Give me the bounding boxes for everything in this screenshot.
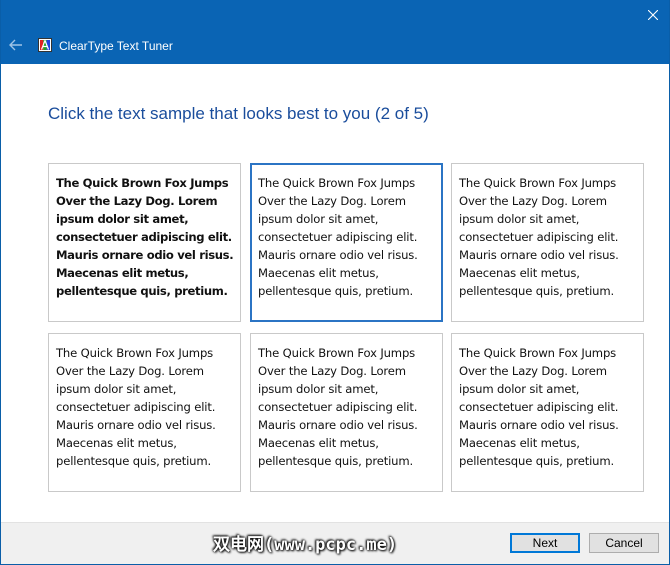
next-button[interactable]: Next <box>510 533 580 553</box>
text-sample-4[interactable]: The Quick Brown Fox Jumps Over the Lazy … <box>48 333 241 492</box>
text-sample-3[interactable]: The Quick Brown Fox Jumps Over the Lazy … <box>451 163 644 322</box>
text-sample-2[interactable]: The Quick Brown Fox Jumps Over the Lazy … <box>250 163 443 322</box>
back-button[interactable] <box>5 34 27 56</box>
watermark-text: 双电网(www.pcpc.me) <box>213 535 398 555</box>
text-sample-1[interactable]: The Quick Brown Fox Jumps Over the Lazy … <box>48 163 241 322</box>
page-title: Click the text sample that looks best to… <box>48 104 429 123</box>
cleartype-window: ClearType Text Tuner Click the text samp… <box>0 0 670 565</box>
window-title: ClearType Text Tuner <box>59 39 173 53</box>
close-icon <box>648 10 658 20</box>
text-sample-5[interactable]: The Quick Brown Fox Jumps Over the Lazy … <box>250 333 443 492</box>
close-button[interactable] <box>637 0 669 30</box>
cleartype-app-icon <box>38 38 52 52</box>
sample-text: The Quick Brown Fox Jumps Over the Lazy … <box>258 346 418 468</box>
sample-text: The Quick Brown Fox Jumps Over the Lazy … <box>56 176 234 298</box>
text-sample-6[interactable]: The Quick Brown Fox Jumps Over the Lazy … <box>451 333 644 492</box>
sample-text: The Quick Brown Fox Jumps Over the Lazy … <box>56 346 216 468</box>
sample-text: The Quick Brown Fox Jumps Over the Lazy … <box>459 346 619 468</box>
cancel-button[interactable]: Cancel <box>589 533 659 553</box>
sample-text: The Quick Brown Fox Jumps Over the Lazy … <box>459 176 619 298</box>
title-bar: ClearType Text Tuner <box>1 0 669 64</box>
sample-text: The Quick Brown Fox Jumps Over the Lazy … <box>258 176 418 298</box>
back-arrow-icon <box>9 39 22 51</box>
